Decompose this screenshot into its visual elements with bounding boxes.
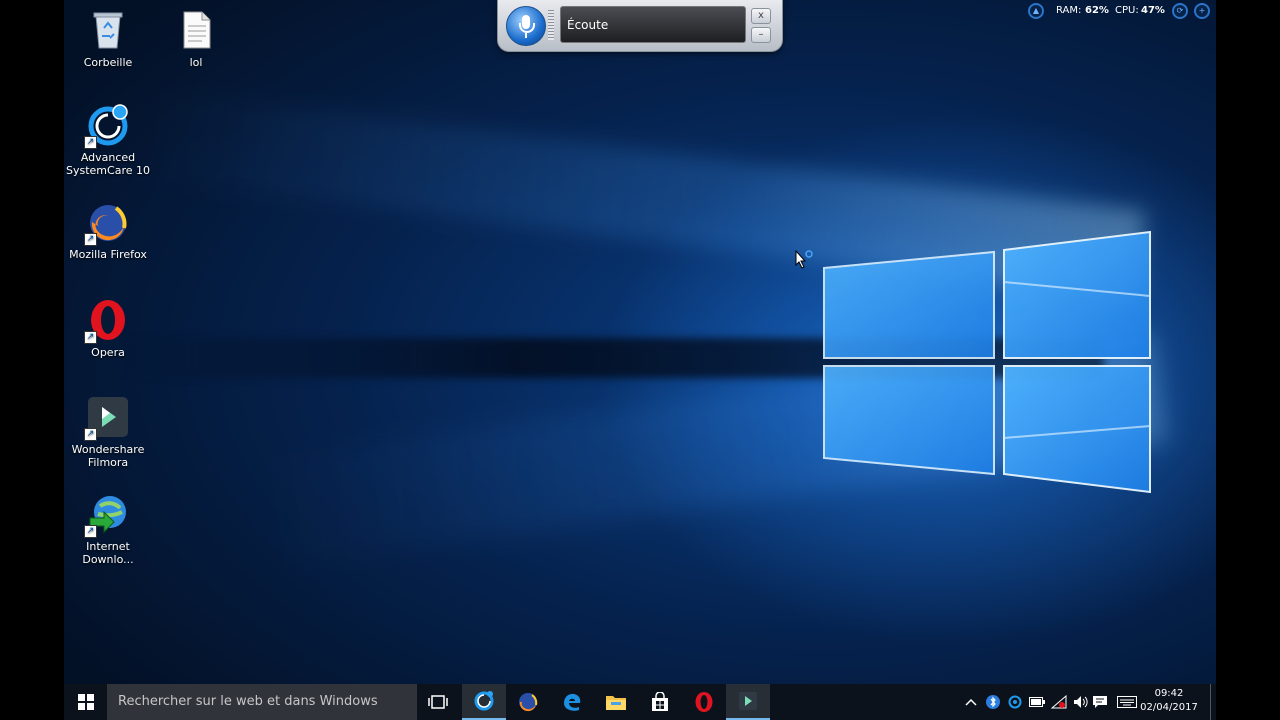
desktop-icon-label: Advanced SystemCare 10 xyxy=(66,151,150,177)
edge-icon xyxy=(564,693,581,711)
system-meter: ▲ RAM: 62% CPU: 47% ⟳ + xyxy=(1024,0,1216,22)
tray-bluetooth[interactable] xyxy=(982,684,1004,720)
systemcare-tray-icon xyxy=(1008,695,1022,709)
desktop-icon-filmora[interactable]: ↗ Wondershare Filmora xyxy=(64,395,152,469)
taskbar-clock[interactable]: 09:42 02/04/2017 xyxy=(1138,687,1200,715)
recycle-bin-icon xyxy=(86,8,130,52)
speech-recognition-widget[interactable]: Écoute x – xyxy=(497,0,783,52)
clock-date: 02/04/2017 xyxy=(1140,702,1198,713)
meter-add-icon[interactable]: + xyxy=(1194,3,1210,19)
taskbar-app-file-explorer[interactable] xyxy=(594,684,638,720)
windows-start-icon xyxy=(78,694,94,710)
taskbar-app-edge[interactable] xyxy=(550,684,594,720)
desktop-icon-recycle-bin[interactable]: Corbeille xyxy=(64,8,152,69)
taskbar-app-opera[interactable] xyxy=(682,684,726,720)
tray-show-hidden[interactable] xyxy=(960,684,982,720)
firefox-icon xyxy=(519,693,538,712)
desktop-icon-label: Opera xyxy=(91,346,125,359)
opera-icon xyxy=(695,692,713,712)
advanced-systemcare-icon: ↗ xyxy=(84,103,130,149)
tray-network[interactable] xyxy=(1048,684,1070,720)
filmora-icon xyxy=(739,692,757,710)
tray-battery[interactable] xyxy=(1026,684,1048,720)
mouse-cursor-icon xyxy=(795,250,813,269)
text-file-icon xyxy=(174,8,218,52)
battery-icon xyxy=(1029,697,1045,707)
shortcut-arrow-icon: ↗ xyxy=(84,331,97,344)
tray-keyboard[interactable] xyxy=(1114,684,1140,720)
search-input[interactable]: Rechercher sur le web et dans Windows xyxy=(107,684,417,720)
desktop-icon-lol[interactable]: lol xyxy=(152,8,240,69)
shortcut-arrow-icon: ↗ xyxy=(84,428,97,441)
firefox-icon: ↗ xyxy=(84,200,130,246)
desktop-icon-label: Mozilla Firefox xyxy=(69,248,147,261)
internet-download-manager-icon: ↗ xyxy=(84,492,130,538)
desktop-icon-label: lol xyxy=(189,56,203,69)
advanced-systemcare-icon xyxy=(474,691,494,711)
notifications-icon xyxy=(1093,696,1107,708)
tray-systemcare[interactable] xyxy=(1004,684,1026,720)
desktop[interactable]: Corbeille lol ↗ Advanced SystemCare 10 ↗… xyxy=(64,0,1216,684)
shortcut-arrow-icon: ↗ xyxy=(84,525,97,538)
speech-minimize-button[interactable]: – xyxy=(751,27,771,43)
desktop-icon-internet-download-manager[interactable]: ↗ Internet Downlo... xyxy=(64,492,152,566)
chevron-up-icon xyxy=(965,698,977,706)
show-desktop-button[interactable] xyxy=(1210,684,1217,720)
desktop-icon-opera[interactable]: ↗ Opera xyxy=(64,298,152,359)
meter-logo-icon[interactable]: ▲ xyxy=(1028,3,1044,19)
taskbar-app-filmora[interactable] xyxy=(726,684,770,720)
windows-logo-wallpaper xyxy=(823,230,1151,494)
filmora-icon: ↗ xyxy=(84,395,130,441)
store-icon xyxy=(652,692,668,711)
desktop-icon-label: Wondershare Filmora xyxy=(71,443,145,469)
clock-time: 09:42 xyxy=(1154,688,1184,699)
taskbar-task-view[interactable] xyxy=(416,684,460,720)
taskbar-app-store[interactable] xyxy=(638,684,682,720)
desktop-icon-advanced-systemcare[interactable]: ↗ Advanced SystemCare 10 xyxy=(64,103,152,177)
ram-value: 62% xyxy=(1085,5,1109,16)
cpu-label: CPU: xyxy=(1115,5,1139,16)
opera-icon: ↗ xyxy=(84,298,130,344)
taskbar: Rechercher sur le web et dans Windows 09… xyxy=(64,684,1216,720)
ram-label: RAM: xyxy=(1056,5,1082,16)
tray-notifications[interactable] xyxy=(1086,684,1114,720)
speech-close-button[interactable]: x xyxy=(751,8,771,24)
network-icon xyxy=(1051,695,1067,709)
taskbar-app-firefox[interactable] xyxy=(506,684,550,720)
shortcut-arrow-icon: ↗ xyxy=(84,136,97,149)
shortcut-arrow-icon: ↗ xyxy=(84,233,97,246)
keyboard-icon xyxy=(1117,696,1137,708)
widget-grip[interactable] xyxy=(548,10,554,40)
start-button[interactable] xyxy=(64,684,108,720)
microphone-icon[interactable] xyxy=(506,6,546,46)
file-explorer-icon xyxy=(606,696,626,710)
meter-settings-icon[interactable]: ⟳ xyxy=(1172,3,1188,19)
desktop-icon-label: Internet Downlo... xyxy=(82,540,134,566)
cpu-value: 47% xyxy=(1141,5,1165,16)
taskbar-app-advanced-systemcare[interactable] xyxy=(462,684,506,720)
desktop-icon-label: Corbeille xyxy=(83,56,133,69)
speech-status-display: Écoute xyxy=(560,6,746,43)
bluetooth-icon xyxy=(986,695,1000,709)
task-view-icon xyxy=(428,695,448,709)
desktop-icon-firefox[interactable]: ↗ Mozilla Firefox xyxy=(64,200,152,261)
